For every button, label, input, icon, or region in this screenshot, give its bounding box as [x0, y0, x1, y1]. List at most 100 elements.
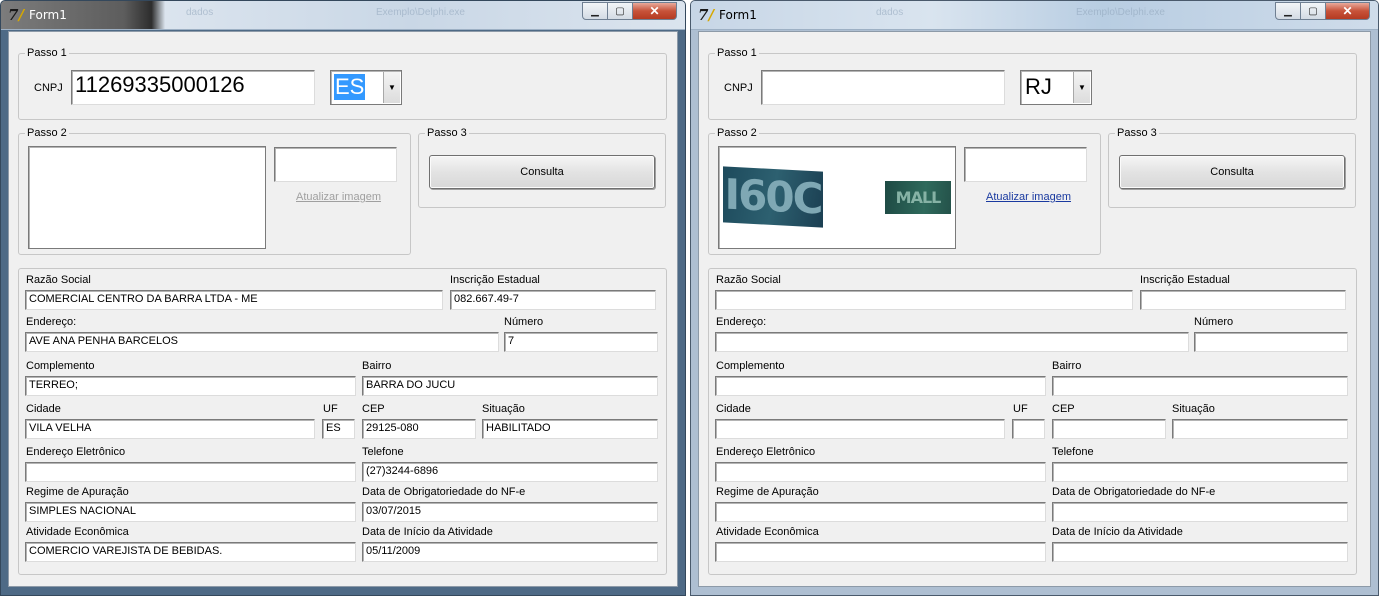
passo2-group: Passo 2 Atualizar imagem: [18, 127, 411, 255]
razao-social-field[interactable]: [715, 290, 1133, 310]
title-bar[interactable]: 7/ Form1 dados Exemplo\Delphi.exe ▁ ▢ ✕: [691, 1, 1378, 30]
inicio-atividade-field[interactable]: 05/11/2009: [362, 542, 658, 562]
inicio-atividade-label: Data de Início da Atividade: [362, 526, 493, 538]
atividade-label: Atividade Econômica: [26, 526, 129, 538]
telefone-field[interactable]: [1052, 462, 1348, 482]
ie-field[interactable]: [1140, 290, 1346, 310]
inicio-atividade-label: Data de Início da Atividade: [1052, 526, 1183, 538]
passo1-legend: Passo 1: [715, 47, 759, 60]
situacao-label: Situação: [1172, 403, 1215, 415]
consulta-button[interactable]: Consulta: [1119, 155, 1345, 189]
background-title-ghost: Exemplo\Delphi.exe: [376, 7, 465, 18]
uf-select[interactable]: RJ ▼: [1020, 70, 1092, 105]
passo3-legend: Passo 3: [1115, 127, 1159, 140]
email-field[interactable]: [25, 462, 356, 482]
complemento-field[interactable]: TERREO;: [25, 376, 356, 396]
minimize-icon: ▁: [1284, 5, 1292, 17]
title-bar[interactable]: 7/ Form1 dados Exemplo\Delphi.exe ▁ ▢ ✕: [1, 1, 685, 30]
bairro-field[interactable]: [1052, 376, 1348, 396]
situacao-field[interactable]: HABILITADO: [482, 419, 658, 439]
minimize-icon: ▁: [591, 5, 599, 17]
window-title: Form1: [719, 8, 757, 22]
chevron-down-icon[interactable]: ▼: [383, 72, 400, 103]
atividade-field[interactable]: COMERCIO VAREJISTA DE BEBIDAS.: [25, 542, 356, 562]
atividade-field[interactable]: [715, 542, 1046, 562]
result-group: Razão Social COMERCIAL CENTRO DA BARRA L…: [18, 268, 667, 575]
uf-select-value: RJ: [1025, 74, 1052, 99]
regime-field[interactable]: SIMPLES NACIONAL: [25, 502, 356, 522]
captcha-fragment-b: MALL: [885, 181, 951, 214]
result-group: Razão Social Inscrição Estadual Endereço…: [708, 268, 1357, 575]
captcha-input[interactable]: [964, 147, 1087, 182]
bairro-label: Bairro: [1052, 360, 1082, 372]
form-client-area: Passo 1 CNPJ 11269335000126 ES ▼ Passo 2…: [8, 31, 678, 587]
numero-label: Número: [1194, 316, 1234, 328]
close-icon: ✕: [1342, 4, 1353, 18]
inicio-atividade-field[interactable]: [1052, 542, 1348, 562]
email-field[interactable]: [715, 462, 1046, 482]
cidade-field[interactable]: VILA VELHA: [25, 419, 315, 439]
passo2-group: Passo 2 I60C MALL Atualizar imagem: [708, 127, 1101, 255]
maximize-icon: ▢: [615, 5, 625, 17]
endereco-label: Endereço:: [26, 316, 77, 328]
complemento-label: Complemento: [716, 360, 785, 372]
consulta-button[interactable]: Consulta: [429, 155, 655, 189]
close-button[interactable]: ✕: [633, 2, 677, 20]
cidade-field[interactable]: [715, 419, 1005, 439]
telefone-field[interactable]: (27)3244-6896: [362, 462, 658, 482]
form1-window-left: 7/ Form1 dados Exemplo\Delphi.exe ▁ ▢ ✕ …: [0, 0, 686, 596]
captcha-image: [28, 146, 266, 249]
refresh-image-link[interactable]: Atualizar imagem: [296, 191, 381, 203]
close-icon: ✕: [649, 4, 660, 18]
passo2-legend: Passo 2: [25, 127, 69, 140]
cep-label: CEP: [362, 403, 385, 415]
maximize-button[interactable]: ▢: [1301, 2, 1326, 20]
passo3-group: Passo 3 Consulta: [418, 127, 666, 208]
form1-window-right: 7/ Form1 dados Exemplo\Delphi.exe ▁ ▢ ✕ …: [690, 0, 1379, 596]
delphi-app-icon: 7/: [8, 6, 24, 24]
razao-social-label: Razão Social: [26, 274, 91, 286]
minimize-button[interactable]: ▁: [582, 2, 608, 20]
chevron-down-icon[interactable]: ▼: [1073, 72, 1090, 103]
passo3-legend: Passo 3: [425, 127, 469, 140]
uf-field[interactable]: ES: [322, 419, 355, 439]
uf-field[interactable]: [1012, 419, 1045, 439]
maximize-button[interactable]: ▢: [608, 2, 633, 20]
situacao-label: Situação: [482, 403, 525, 415]
cnpj-input[interactable]: 11269335000126: [71, 70, 315, 105]
uf-select[interactable]: ES ▼: [330, 70, 402, 105]
cnpj-input[interactable]: [761, 70, 1005, 105]
endereco-field[interactable]: [715, 332, 1189, 352]
obrigatoriedade-field[interactable]: 03/07/2015: [362, 502, 658, 522]
email-label: Endereço Eletrônico: [716, 446, 816, 458]
regime-label: Regime de Apuração: [26, 486, 129, 498]
endereco-field[interactable]: AVE ANA PENHA BARCELOS: [25, 332, 499, 352]
captcha-input[interactable]: [274, 147, 397, 182]
obrigatoriedade-field[interactable]: [1052, 502, 1348, 522]
regime-label: Regime de Apuração: [716, 486, 819, 498]
razao-social-label: Razão Social: [716, 274, 781, 286]
cep-field[interactable]: 29125-080: [362, 419, 476, 439]
background-title-ghost: Exemplo\Delphi.exe: [1076, 7, 1165, 18]
passo1-group: Passo 1 CNPJ RJ ▼: [708, 47, 1357, 120]
regime-field[interactable]: [715, 502, 1046, 522]
complemento-field[interactable]: [715, 376, 1046, 396]
numero-field[interactable]: [1194, 332, 1348, 352]
ie-field[interactable]: 082.667.49-7: [450, 290, 656, 310]
complemento-label: Complemento: [26, 360, 95, 372]
delphi-app-icon: 7/: [698, 6, 714, 24]
minimize-button[interactable]: ▁: [1275, 2, 1301, 20]
close-button[interactable]: ✕: [1326, 2, 1370, 20]
razao-social-field[interactable]: COMERCIAL CENTRO DA BARRA LTDA - ME: [25, 290, 443, 310]
uf-label: UF: [1013, 403, 1028, 415]
numero-field[interactable]: 7: [504, 332, 658, 352]
cnpj-label: CNPJ: [34, 82, 63, 94]
bairro-field[interactable]: BARRA DO JUCU: [362, 376, 658, 396]
passo3-group: Passo 3 Consulta: [1108, 127, 1356, 208]
situacao-field[interactable]: [1172, 419, 1348, 439]
cidade-label: Cidade: [716, 403, 751, 415]
uf-label: UF: [323, 403, 338, 415]
form-client-area: Passo 1 CNPJ RJ ▼ Passo 2 I60C MALL Atua…: [698, 31, 1371, 587]
cep-field[interactable]: [1052, 419, 1166, 439]
refresh-image-link[interactable]: Atualizar imagem: [986, 191, 1071, 203]
